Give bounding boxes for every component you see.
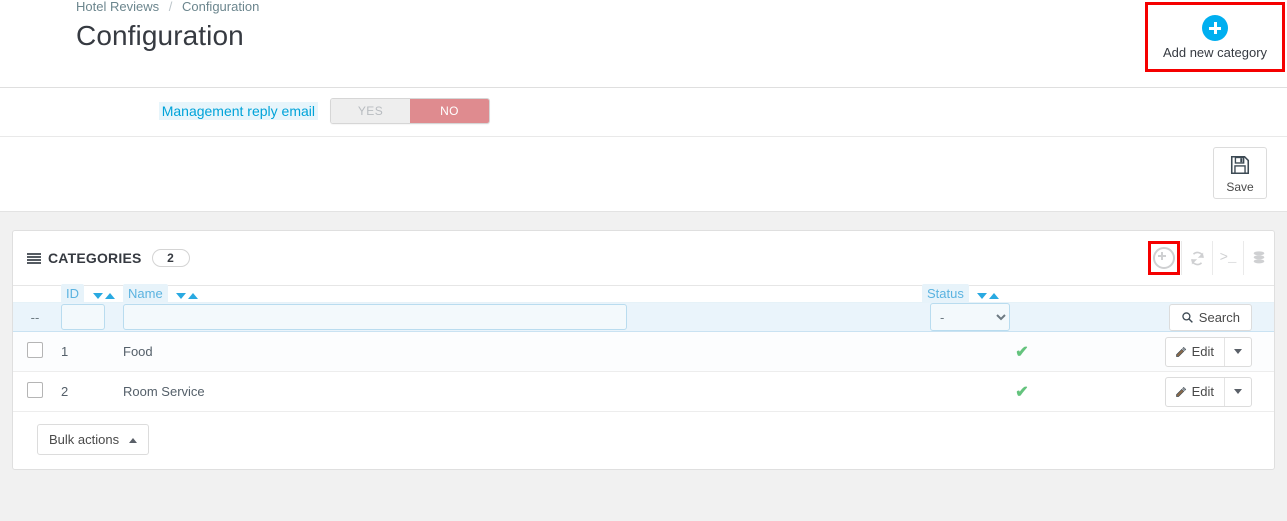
header-column-id[interactable]: ID (57, 284, 123, 304)
toggle-option-no[interactable]: NO (410, 99, 489, 123)
header-select-all (13, 286, 57, 304)
edit-dropdown-toggle[interactable] (1225, 389, 1251, 395)
status-enabled-icon[interactable]: ✔ (1015, 344, 1028, 361)
header-actions: Add new category (1145, 2, 1285, 72)
sort-controls-status[interactable] (977, 287, 1000, 302)
edit-dropdown-toggle[interactable] (1225, 349, 1251, 355)
categories-count-badge: 2 (151, 249, 190, 267)
row-status: ✔ (922, 371, 1122, 413)
row-select-cell (13, 331, 57, 373)
sort-controls-id[interactable] (92, 287, 115, 302)
pencil-icon (1175, 386, 1186, 397)
categories-panel-tools: >_ (1148, 241, 1274, 275)
database-icon (1253, 251, 1265, 264)
sort-desc-icon[interactable] (977, 293, 988, 300)
row-name: Food (123, 331, 922, 373)
row-actions: Edit (1122, 331, 1274, 373)
row-select-cell (13, 371, 57, 413)
sort-controls-name[interactable] (176, 287, 199, 302)
list-icon (27, 252, 41, 264)
sql-query-button[interactable]: >_ (1212, 241, 1243, 275)
filter-dash: -- (13, 302, 57, 333)
filter-cell-id (57, 302, 123, 333)
table-filter-row: -- - Search (13, 302, 1274, 333)
row-id: 2 (57, 371, 123, 413)
edit-button-main[interactable]: Edit (1166, 384, 1224, 399)
management-reply-email-toggle[interactable]: YES NO (330, 98, 490, 124)
categories-panel: CATEGORIES 2 >_ ID Name Status -- - Sear… (12, 230, 1275, 471)
refresh-icon (1190, 251, 1204, 265)
categories-table: ID Name Status -- - Search 1 Food ✔ Edit… (13, 284, 1274, 413)
sort-asc-icon[interactable] (188, 293, 199, 300)
page-title: Configuration (76, 20, 244, 51)
categories-panel-title: CATEGORIES 2 (27, 249, 190, 267)
toggle-option-yes[interactable]: YES (331, 99, 410, 123)
edit-button[interactable]: Edit (1164, 336, 1252, 367)
page-header: Hotel Reviews / Configuration Configurat… (0, 0, 1287, 88)
sort-asc-icon[interactable] (989, 293, 1000, 300)
plus-icon (1153, 247, 1175, 269)
categories-panel-header: CATEGORIES 2 >_ (13, 231, 1274, 286)
row-actions: Edit (1122, 371, 1274, 413)
edit-button-label: Edit (1191, 384, 1214, 400)
configuration-form-panel: Management reply email YES NO Save (0, 88, 1287, 212)
header-column-actions (1122, 286, 1274, 304)
bulk-actions-button[interactable]: Bulk actions (37, 424, 149, 456)
edit-button[interactable]: Edit (1164, 376, 1252, 407)
row-checkbox[interactable] (27, 342, 43, 359)
bulk-actions-label: Bulk actions (49, 432, 120, 448)
row-id: 1 (57, 331, 123, 373)
sort-asc-icon[interactable] (104, 293, 115, 300)
terminal-icon: >_ (1219, 250, 1237, 266)
filter-input-id[interactable] (61, 304, 105, 331)
filter-select-status[interactable]: - (930, 303, 1010, 332)
chevron-down-icon (1234, 349, 1242, 355)
table-header-row: ID Name Status (13, 284, 1274, 304)
chevron-up-icon (128, 438, 137, 444)
filter-input-name[interactable] (123, 304, 627, 331)
chevron-down-icon (1234, 389, 1242, 395)
search-icon (1182, 311, 1193, 323)
header-column-name[interactable]: Name (123, 284, 922, 304)
page-content: Management reply email YES NO Save CATEG… (0, 88, 1287, 471)
save-button-label: Save (1226, 180, 1254, 194)
breadcrumb: Hotel Reviews / Configuration (0, 0, 1287, 14)
add-category-icon-button[interactable] (1148, 241, 1180, 275)
floppy-disk-icon (1230, 155, 1250, 175)
add-new-category-label: Add new category (1162, 44, 1268, 60)
breadcrumb-item-current: Configuration (181, 0, 260, 14)
table-row[interactable]: 1 Food ✔ Edit (13, 331, 1274, 373)
search-button-label: Search (1198, 309, 1240, 325)
row-name: Room Service (123, 371, 922, 413)
save-button[interactable]: Save (1213, 147, 1267, 199)
refresh-list-button[interactable] (1181, 241, 1212, 275)
row-checkbox[interactable] (27, 382, 43, 399)
edit-button-label: Edit (1191, 344, 1214, 360)
filter-cell-name (123, 302, 922, 333)
row-status: ✔ (922, 331, 1122, 373)
export-sql-button[interactable] (1243, 241, 1274, 275)
edit-button-main[interactable]: Edit (1166, 344, 1224, 359)
filter-cell-actions: Search (1122, 302, 1274, 333)
sort-desc-icon[interactable] (176, 293, 187, 300)
header-column-status[interactable]: Status (922, 284, 1122, 304)
categories-panel-footer: Bulk actions (13, 412, 1274, 469)
pencil-icon (1175, 346, 1186, 357)
form-label-management-reply-email: Management reply email (0, 102, 330, 120)
categories-title-text: CATEGORIES (48, 250, 142, 266)
status-enabled-icon[interactable]: ✔ (1015, 384, 1028, 401)
plus-circle-icon (1202, 14, 1228, 41)
table-row[interactable]: 2 Room Service ✔ Edit (13, 371, 1274, 413)
search-button[interactable]: Search (1168, 303, 1252, 331)
form-footer: Save (0, 137, 1287, 211)
filter-cell-status: - (922, 302, 1122, 333)
add-new-category-button[interactable]: Add new category (1145, 2, 1285, 72)
sort-desc-icon[interactable] (92, 293, 103, 300)
breadcrumb-separator: / (168, 0, 173, 14)
form-row-management-reply-email: Management reply email YES NO (0, 88, 1287, 137)
breadcrumb-item-parent[interactable]: Hotel Reviews (76, 0, 159, 14)
